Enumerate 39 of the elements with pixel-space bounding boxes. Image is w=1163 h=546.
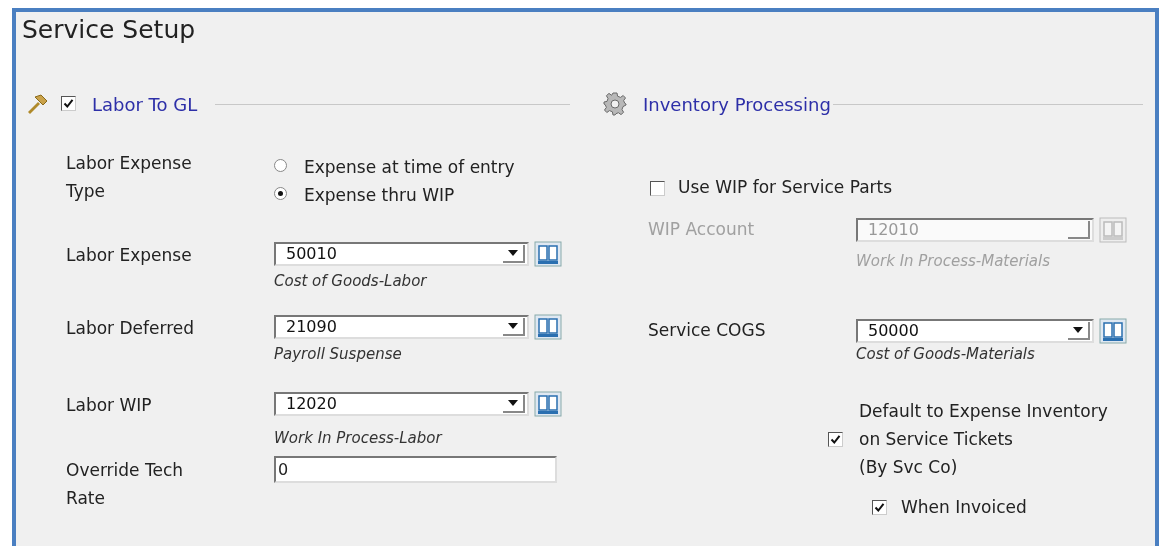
field-label: Service COGS: [648, 319, 767, 342]
book-icon[interactable]: [1099, 318, 1127, 344]
checkbox-label[interactable]: Use WIP for Service Parts: [678, 175, 893, 201]
caret-icon[interactable]: [503, 245, 525, 263]
account-dropdown[interactable]: 50000: [856, 319, 1094, 343]
caret-icon[interactable]: [1068, 322, 1090, 340]
checkbox-label[interactable]: Default to Expense Inventory on Service Tickets (By Svc Co): [859, 397, 1108, 481]
account-dropdown[interactable]: 12020: [274, 392, 529, 416]
field-label: Labor WIP: [66, 394, 153, 417]
section-title: Inventory Processing: [643, 92, 831, 117]
hammer-icon: [26, 94, 48, 114]
account-description: Work In Process-Labor: [274, 429, 444, 447]
radio-button[interactable]: [274, 186, 287, 200]
field-label: Override Tech Rate: [66, 459, 185, 510]
book-icon[interactable]: [534, 314, 562, 340]
use-wip-checkbox[interactable]: [650, 180, 665, 196]
labor-checkbox[interactable]: [61, 96, 76, 111]
invoiced-checkbox[interactable]: [872, 500, 887, 516]
book-icon[interactable]: [534, 391, 562, 417]
field-label: Labor Deferred: [66, 317, 196, 340]
account-description: Cost of Goods-Materials: [856, 345, 1036, 363]
gear-icon: [603, 92, 627, 116]
account-description: Payroll Suspense: [274, 345, 403, 363]
account-dropdown[interactable]: 21090: [274, 315, 529, 339]
field-label: WIP Account: [648, 218, 756, 241]
book-icon[interactable]: [534, 241, 562, 267]
account-dropdown[interactable]: 50010: [274, 242, 529, 266]
account-description: Work In Process-Materials: [856, 252, 1051, 270]
window-title: Service Setup: [22, 14, 196, 46]
field-label: Labor Expense: [66, 244, 193, 267]
caret-icon[interactable]: [503, 395, 525, 413]
checkbox-label[interactable]: When Invoiced: [901, 495, 1027, 521]
expense-checkbox[interactable]: [828, 431, 843, 447]
rate-input[interactable]: 0: [274, 456, 557, 483]
caret-icon[interactable]: [503, 318, 525, 336]
section-title: Labor To GL: [92, 92, 198, 117]
account-description: Cost of Goods-Labor: [274, 272, 428, 290]
field-label: Labor Expense Type: [66, 152, 193, 203]
radio-button[interactable]: [274, 158, 287, 172]
